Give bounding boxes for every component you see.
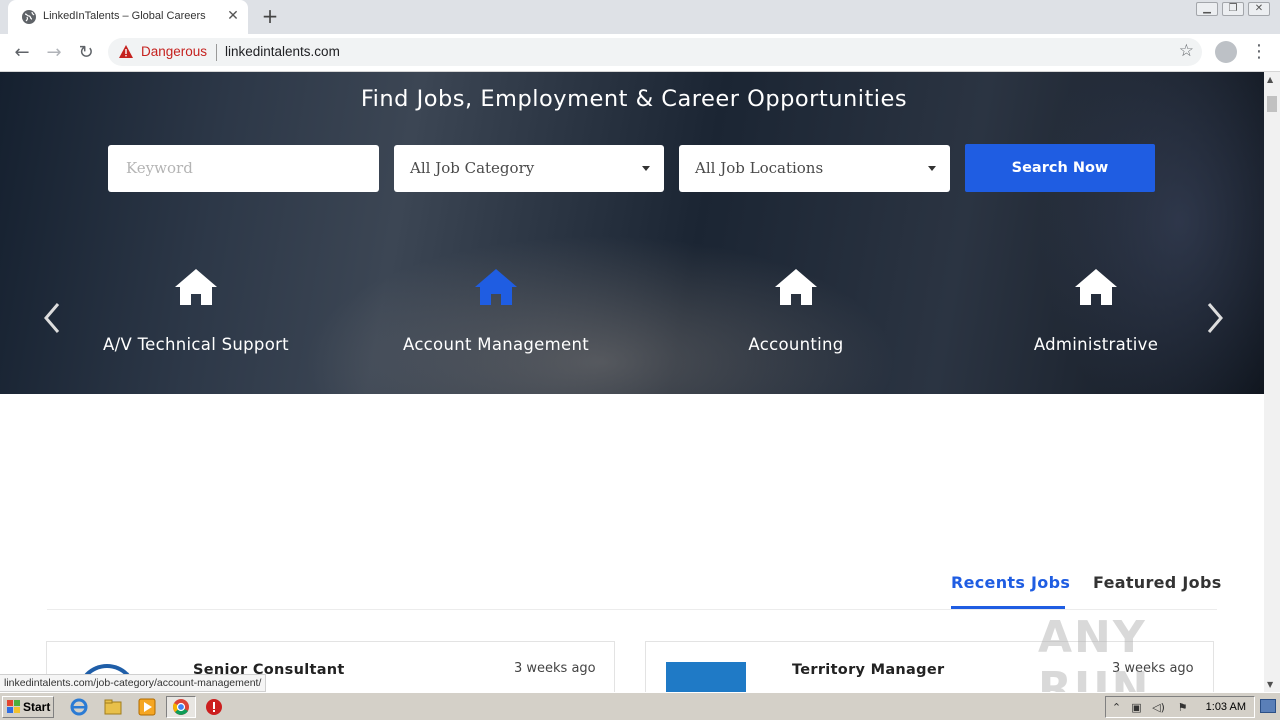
reload-icon[interactable]: ↻ [75, 42, 97, 64]
job-location-value: All Job Locations [695, 159, 824, 177]
home-icon [1075, 269, 1117, 305]
chrome-icon [173, 699, 189, 715]
link-status-bubble: linkedintalents.com/job-category/account… [0, 674, 267, 692]
window-controls: ▁ ❐ ✕ [1196, 2, 1270, 18]
close-window-button[interactable]: ✕ [1248, 2, 1270, 16]
forward-arrow-icon[interactable]: → [43, 42, 65, 64]
scrollbar-thumb[interactable] [1267, 96, 1277, 112]
company-logo [666, 662, 746, 692]
url-text[interactable]: linkedintalents.com [225, 44, 340, 59]
browser-tab-strip: LinkedInTalents – Global Careers ✕ + ▁ ❐… [0, 0, 1280, 34]
tab-title: LinkedInTalents – Global Careers [43, 10, 206, 22]
start-label: Start [23, 700, 51, 714]
taskbar-clock[interactable]: 1:03 AM [1206, 701, 1246, 713]
category-label: Account Management [403, 335, 589, 354]
hero-title: Find Jobs, Employment & Career Opportuni… [360, 86, 908, 112]
page-viewport: Find Jobs, Employment & Career Opportuni… [0, 72, 1264, 692]
tab-recent-jobs[interactable]: Recents Jobs [951, 573, 1070, 592]
profile-avatar-icon[interactable] [1215, 41, 1237, 63]
home-icon [775, 269, 817, 305]
security-status[interactable]: Dangerous [141, 44, 207, 59]
category-accounting[interactable]: Accounting [646, 267, 946, 354]
job-category-select[interactable]: All Job Category [394, 145, 664, 192]
start-button[interactable]: Start [2, 696, 54, 718]
category-av-technical-support[interactable]: A/V Technical Support [46, 267, 346, 354]
media-player-icon[interactable] [138, 698, 156, 716]
job-title[interactable]: Territory Manager [792, 662, 944, 678]
job-location-select[interactable]: All Job Locations [679, 145, 950, 192]
minimize-button[interactable]: ▁ [1196, 2, 1218, 16]
category-label: A/V Technical Support [103, 335, 289, 354]
browser-menu-icon[interactable]: ⋮ [1250, 42, 1268, 64]
scroll-up-icon[interactable]: ▲ [1267, 75, 1273, 84]
page-scrollbar[interactable]: ▲ ▼ [1264, 72, 1280, 692]
search-now-button[interactable]: Search Now [965, 144, 1155, 192]
stop-sign-icon[interactable] [205, 698, 223, 716]
tray-expand-icon[interactable]: ⌃ [1110, 701, 1123, 714]
windows-taskbar: Start ⌃ ▣ ◁) ⚑ 1:03 AM [0, 692, 1280, 720]
job-posted-time: 3 weeks ago [514, 661, 596, 676]
new-tab-button[interactable]: + [260, 6, 280, 26]
network-icon[interactable]: ▣ [1130, 701, 1143, 714]
category-label: Accounting [748, 335, 844, 354]
tabs-divider [47, 609, 1217, 610]
tab-featured-jobs[interactable]: Featured Jobs [1093, 573, 1222, 592]
internet-explorer-icon[interactable] [70, 698, 88, 716]
scroll-down-icon[interactable]: ▼ [1267, 680, 1273, 689]
restore-button[interactable]: ❐ [1222, 2, 1244, 16]
dropdown-caret-icon [642, 166, 650, 171]
home-icon [475, 269, 517, 305]
browser-toolbar: ← → ↻ Dangerous linkedintalents.com ☆ ⋮ [0, 34, 1280, 72]
anyrun-watermark: ANY RUN [1038, 612, 1151, 692]
warning-triangle-icon[interactable] [118, 44, 134, 60]
job-category-value: All Job Category [410, 159, 535, 177]
carousel-next-arrow-icon[interactable] [1203, 300, 1227, 336]
browser-tab-active[interactable]: LinkedInTalents – Global Careers ✕ [8, 0, 248, 34]
address-bar[interactable]: Dangerous linkedintalents.com ☆ [108, 38, 1202, 66]
category-label: Administrative [1033, 335, 1159, 354]
keyword-placeholder: Keyword [126, 159, 193, 177]
home-icon [175, 269, 217, 305]
system-tray: ⌃ ▣ ◁) ⚑ 1:03 AM [1105, 696, 1255, 718]
file-explorer-icon[interactable] [104, 698, 122, 716]
show-desktop-button[interactable] [1260, 699, 1276, 713]
tab-close-icon[interactable]: ✕ [225, 8, 241, 24]
category-administrative[interactable]: Administrative [946, 267, 1246, 354]
bookmark-star-icon[interactable]: ☆ [1179, 41, 1194, 61]
keyword-input[interactable]: Keyword [108, 145, 379, 192]
globe-icon [22, 10, 36, 24]
address-divider [216, 44, 217, 61]
active-tab-indicator [951, 606, 1065, 609]
category-account-management[interactable]: Account Management [346, 267, 646, 354]
dropdown-caret-icon [928, 166, 936, 171]
chrome-taskbar-button[interactable] [166, 696, 196, 718]
hero-banner: Find Jobs, Employment & Career Opportuni… [0, 72, 1264, 394]
windows-flag-icon [7, 700, 20, 713]
back-arrow-icon[interactable]: ← [11, 42, 33, 64]
flag-icon[interactable]: ⚑ [1176, 701, 1189, 714]
volume-icon[interactable]: ◁) [1152, 701, 1165, 714]
